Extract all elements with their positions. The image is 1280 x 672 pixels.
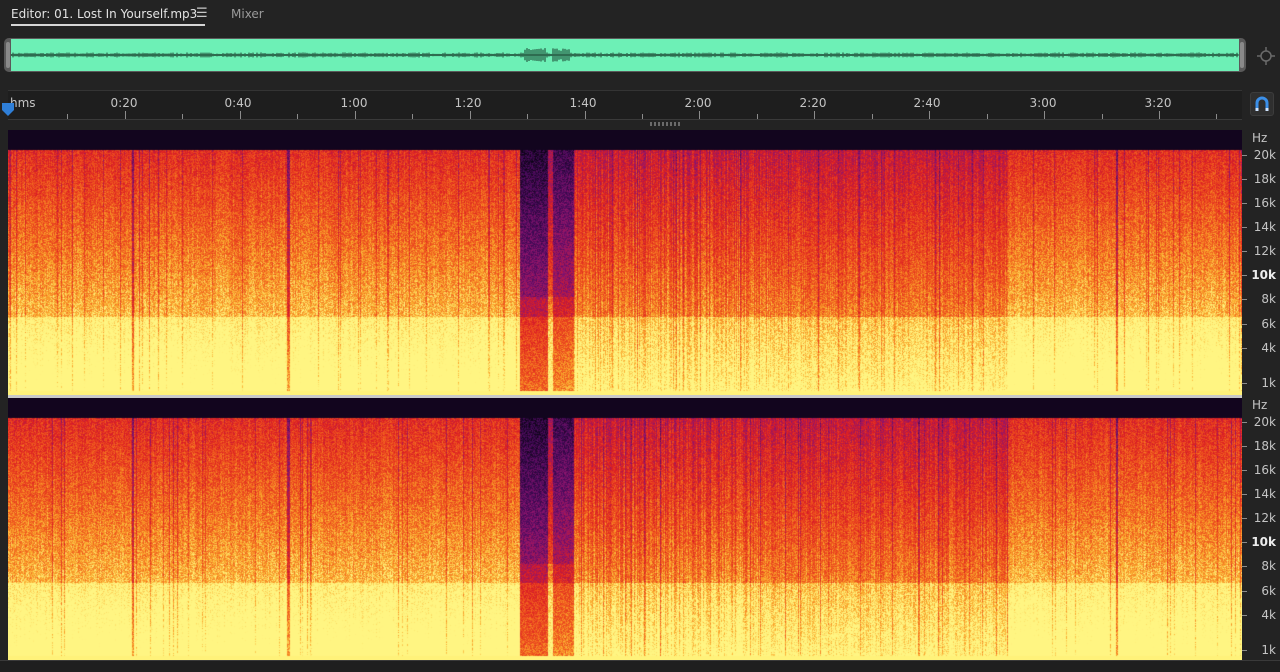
- frequency-unit-label: Hz: [1252, 131, 1268, 145]
- frequency-tick: [1242, 227, 1247, 228]
- frequency-label: 12k: [1253, 511, 1276, 525]
- ruler-tick: [527, 114, 529, 119]
- ruler-tick: [67, 114, 69, 119]
- frequency-axis-right: Hz 20k 18k 16k 14k 12k 10k 8k 6k 4k 1k: [1242, 398, 1280, 660]
- spectrogram-channel-right[interactable]: [8, 398, 1242, 660]
- ruler-tick: [297, 114, 299, 119]
- zoom-target-icon[interactable]: [1256, 46, 1276, 66]
- ruler-tick: [1159, 111, 1160, 119]
- frequency-unit-label: Hz: [1252, 398, 1268, 412]
- frequency-label: 14k: [1253, 220, 1276, 234]
- ruler-tick: [182, 114, 184, 119]
- frequency-axis-left: Hz 20k 18k 16k 14k 12k 10k 8k 6k 4k 1k: [1242, 130, 1280, 395]
- ruler-tick: [871, 114, 873, 119]
- tab-mixer[interactable]: Mixer: [231, 7, 264, 21]
- frequency-tick: [1242, 518, 1247, 519]
- ruler-tick: [1101, 114, 1103, 119]
- frequency-label: 8k: [1261, 292, 1276, 306]
- ruler-tick: [354, 111, 356, 119]
- ruler-label: 1:00: [340, 96, 368, 110]
- ruler-label: 3:00: [1029, 96, 1057, 110]
- frequency-tick: [1242, 615, 1247, 616]
- ruler-label: 2:20: [799, 96, 827, 110]
- frequency-label: 20k: [1253, 415, 1276, 429]
- playhead-marker-icon[interactable]: [2, 103, 14, 117]
- frequency-tick: [1242, 383, 1247, 384]
- frequency-tick: [1242, 650, 1247, 651]
- overview-waveform[interactable]: [11, 39, 1239, 71]
- frequency-tick: [1242, 203, 1247, 204]
- frequency-tick: [1242, 542, 1247, 543]
- ruler-tick: [584, 111, 586, 119]
- ruler-tick: [814, 111, 816, 119]
- frequency-tick: [1242, 494, 1247, 495]
- frequency-tick: [1242, 179, 1247, 180]
- frequency-label: 16k: [1253, 196, 1276, 210]
- spectrogram-channel-left[interactable]: [8, 130, 1242, 395]
- ruler-tick: [412, 114, 414, 119]
- frequency-label: 14k: [1253, 487, 1276, 501]
- frequency-label: 6k: [1261, 584, 1276, 598]
- frequency-label: 4k: [1261, 341, 1276, 355]
- ruler-label: 3:20: [1144, 96, 1172, 110]
- frequency-tick: [1242, 566, 1247, 567]
- frequency-tick: [1242, 324, 1247, 325]
- frequency-label: 1k: [1261, 376, 1276, 390]
- ruler-tick: [699, 111, 701, 119]
- spectrogram-canvas-left: [8, 130, 1242, 395]
- bottom-scroll-strip[interactable]: [0, 660, 1280, 672]
- ruler-tick: [469, 111, 471, 119]
- frequency-label: 4k: [1261, 608, 1276, 622]
- hamburger-icon[interactable]: ☰: [196, 6, 208, 21]
- frequency-tick: [1242, 591, 1247, 592]
- ruler-tick: [641, 114, 643, 119]
- frequency-tick: [1242, 251, 1247, 252]
- frequency-label: 6k: [1261, 317, 1276, 331]
- frequency-tick: [1242, 155, 1247, 156]
- overview-left-handle[interactable]: [6, 42, 10, 68]
- frequency-label: 16k: [1253, 463, 1276, 477]
- frequency-tick: [1242, 299, 1247, 300]
- ruler-tick: [239, 111, 241, 119]
- ruler-tick: [929, 111, 931, 119]
- frequency-label: 18k: [1253, 439, 1276, 453]
- frequency-tick: [1242, 446, 1247, 447]
- frequency-label: 10k: [1251, 535, 1276, 549]
- ruler-tick: [1044, 111, 1046, 119]
- ruler-label: 2:00: [684, 96, 712, 110]
- frequency-label: 12k: [1253, 244, 1276, 258]
- frequency-label: 10k: [1251, 268, 1276, 282]
- ruler-tick: [1216, 114, 1218, 119]
- panel-resize-grip[interactable]: [650, 122, 680, 126]
- ruler-label: 1:40: [569, 96, 597, 110]
- panel-tab-bar: Editor: 01. Lost In Yourself.mp3 ☰ Mixer: [0, 0, 1280, 30]
- ruler-label: 0:20: [110, 96, 138, 110]
- ruler-label: 2:40: [913, 96, 941, 110]
- ruler-label: 0:40: [224, 96, 252, 110]
- frequency-tick: [1242, 470, 1247, 471]
- frequency-tick: [1242, 348, 1247, 349]
- magnet-icon: [1255, 96, 1269, 111]
- snap-toggle-button[interactable]: [1250, 92, 1274, 116]
- frequency-label: 18k: [1253, 172, 1276, 186]
- frequency-tick: [1242, 275, 1247, 276]
- active-tab-indicator: [11, 24, 205, 26]
- frequency-label: 1k: [1261, 643, 1276, 657]
- overview-scrollbar[interactable]: [4, 38, 1246, 72]
- frequency-label: 8k: [1261, 559, 1276, 573]
- time-ruler[interactable]: hms 0:20 0:40 1:00 1:20 1:40 2:00 2:20 2…: [8, 90, 1242, 120]
- ruler-tick: [756, 114, 758, 119]
- frequency-tick: [1242, 422, 1247, 423]
- ruler-label: 1:20: [454, 96, 482, 110]
- overview-waveform-graphic: [11, 48, 1239, 62]
- spectrogram-canvas-right: [8, 398, 1242, 660]
- frequency-label: 20k: [1253, 148, 1276, 162]
- overview-right-handle[interactable]: [1240, 42, 1244, 68]
- tab-editor[interactable]: Editor: 01. Lost In Yourself.mp3: [11, 7, 197, 21]
- ruler-tick: [986, 114, 988, 119]
- ruler-tick: [124, 111, 126, 119]
